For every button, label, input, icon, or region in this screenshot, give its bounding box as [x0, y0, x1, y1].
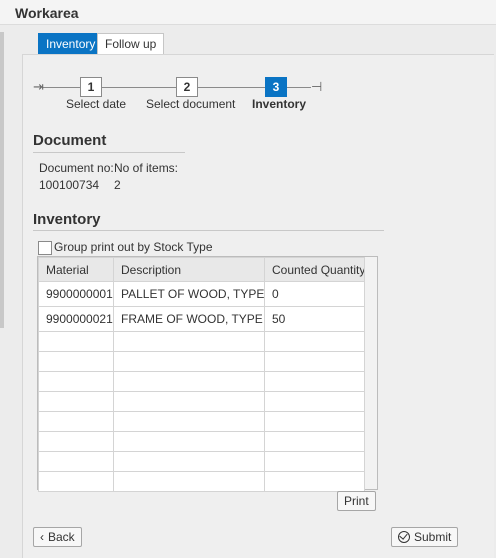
counted-quantity-input[interactable]	[264, 331, 365, 352]
description-cell	[113, 371, 265, 392]
table-empty-row	[38, 371, 365, 392]
document-no-value: 100100734	[39, 178, 100, 192]
description-cell	[113, 331, 265, 352]
description-cell	[113, 351, 265, 372]
back-button-label: Back	[48, 530, 75, 544]
material-cell	[38, 331, 114, 352]
table-empty-row	[38, 451, 365, 472]
back-button[interactable]: ‹ Back	[33, 527, 82, 547]
step-1-marker[interactable]: 1	[80, 77, 102, 97]
table-empty-row	[38, 471, 365, 492]
step-3-label[interactable]: Inventory	[252, 97, 306, 111]
description-cell	[113, 411, 265, 432]
step-3-marker[interactable]: 3	[265, 77, 287, 97]
material-cell	[38, 411, 114, 432]
workarea-title: Workarea	[15, 5, 79, 21]
counted-quantity-input[interactable]	[264, 391, 365, 412]
description-cell	[113, 471, 265, 492]
counted-quantity-input[interactable]	[264, 351, 365, 372]
items-count-value: 2	[114, 178, 121, 192]
submit-button-label: Submit	[414, 530, 452, 544]
description-cell	[113, 391, 265, 412]
document-no-label: Document no:	[39, 161, 114, 175]
inventory-section-title: Inventory	[33, 211, 101, 228]
inventory-divider	[33, 230, 384, 231]
table-empty-row	[38, 431, 365, 452]
roadmap-start-icon: ⇥	[33, 79, 44, 94]
description-cell: PALLET OF WOOD, TYPE L	[113, 281, 265, 307]
step-2-marker[interactable]: 2	[176, 77, 198, 97]
group-print-label[interactable]: Group print out by Stock Type	[54, 240, 213, 254]
submit-check-icon	[398, 531, 410, 543]
table-header-row: Material Description Counted Quantity	[38, 257, 365, 282]
material-cell: 9900000001	[38, 281, 114, 307]
material-cell	[38, 351, 114, 372]
items-count-label: No of items:	[114, 161, 179, 175]
material-cell	[38, 371, 114, 392]
column-header-description[interactable]: Description	[113, 257, 265, 282]
material-cell	[38, 391, 114, 412]
step-1-label[interactable]: Select date	[66, 97, 126, 111]
tab-inventory[interactable]: Inventory	[38, 33, 104, 54]
counted-quantity-input[interactable]: 0	[264, 281, 365, 307]
inventory-table: Material Description Counted Quantity 99…	[38, 257, 365, 492]
chevron-left-icon: ‹	[40, 530, 44, 544]
counted-quantity-input[interactable]	[264, 431, 365, 452]
left-panel-edge	[0, 32, 4, 328]
counted-quantity-input[interactable]	[264, 411, 365, 432]
description-cell: FRAME OF WOOD, TYPE L	[113, 306, 265, 332]
submit-button[interactable]: Submit	[391, 527, 459, 547]
counted-quantity-input[interactable]	[264, 451, 365, 472]
material-cell	[38, 451, 114, 472]
material-cell	[38, 471, 114, 492]
table-empty-row	[38, 411, 365, 432]
column-header-counted-quantity[interactable]: Counted Quantity	[264, 257, 365, 282]
counted-quantity-input[interactable]	[264, 371, 365, 392]
table-empty-row	[38, 391, 365, 412]
print-button[interactable]: Print	[337, 491, 376, 511]
material-cell	[38, 431, 114, 452]
document-section-title: Document	[33, 132, 107, 149]
material-cell: 9900000021	[38, 306, 114, 332]
counted-quantity-input[interactable]: 50	[264, 306, 365, 332]
tab-follow-up[interactable]: Follow up	[97, 33, 165, 54]
column-header-material[interactable]: Material	[38, 257, 114, 282]
table-empty-row	[38, 331, 365, 352]
table-empty-row	[38, 351, 365, 372]
description-cell	[113, 451, 265, 472]
group-print-checkbox[interactable]	[38, 241, 52, 255]
description-cell	[113, 431, 265, 452]
step-2-label[interactable]: Select document	[146, 97, 235, 111]
document-divider	[33, 152, 185, 153]
roadmap-end-icon: ⊣	[311, 79, 323, 94]
table-row[interactable]: 9900000001 PALLET OF WOOD, TYPE L 0	[38, 281, 365, 307]
counted-quantity-input[interactable]	[264, 471, 365, 492]
table-row[interactable]: 9900000021 FRAME OF WOOD, TYPE L 50	[38, 306, 365, 332]
